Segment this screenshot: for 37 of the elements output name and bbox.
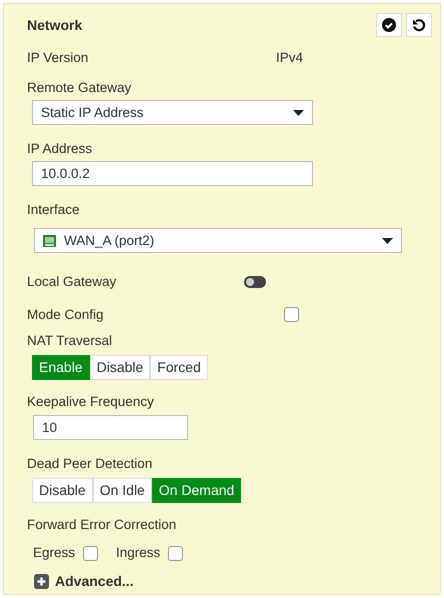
segment-button[interactable]: Enable xyxy=(32,355,90,380)
field-label: Remote Gateway xyxy=(27,79,132,98)
field-label: Mode Config xyxy=(27,306,105,324)
field-label: Local Gateway xyxy=(27,272,118,291)
plus-square-icon xyxy=(34,574,49,590)
caret-icon xyxy=(382,238,393,244)
checkbox[interactable] xyxy=(284,307,299,322)
check-circle-icon xyxy=(382,18,396,32)
checkbox[interactable] xyxy=(83,546,98,561)
dropdown[interactable]: WAN_A (port2) xyxy=(34,228,402,254)
field-label: Interface xyxy=(27,201,81,220)
checkbox[interactable] xyxy=(168,546,184,561)
field-label: Forward Error Correction xyxy=(27,516,178,534)
toggle-switch[interactable] xyxy=(244,276,266,288)
segment-button[interactable]: Disable xyxy=(32,478,93,504)
input-field[interactable]: 10 xyxy=(33,415,188,440)
field-label: Keepalive Frequency xyxy=(27,393,155,412)
field-label: IP Version xyxy=(27,48,90,67)
segment-button[interactable]: On Demand xyxy=(152,478,242,504)
network-port-icon xyxy=(43,234,56,247)
field-label: Dead Peer Detection xyxy=(27,455,154,474)
panel-title: Network xyxy=(27,16,82,35)
checkbox-label: Egress xyxy=(33,544,76,562)
segment-button[interactable]: Disable xyxy=(90,355,150,380)
field-label: IP Address xyxy=(27,140,94,158)
segment-button[interactable]: On Idle xyxy=(92,478,152,504)
field-value: IPv4 xyxy=(276,48,304,67)
checkbox-label: Ingress xyxy=(116,544,160,562)
apply-button[interactable] xyxy=(376,13,402,37)
segment-button[interactable]: Forced xyxy=(150,355,208,380)
advanced-toggle[interactable]: Advanced... xyxy=(34,571,134,592)
undo-icon xyxy=(412,18,426,32)
caret-icon xyxy=(293,110,304,116)
revert-button[interactable] xyxy=(406,13,432,37)
field-label: NAT Traversal xyxy=(27,332,114,350)
dropdown[interactable]: Static IP Address xyxy=(32,100,313,126)
input-field[interactable]: 10.0.0.2 xyxy=(32,161,313,186)
